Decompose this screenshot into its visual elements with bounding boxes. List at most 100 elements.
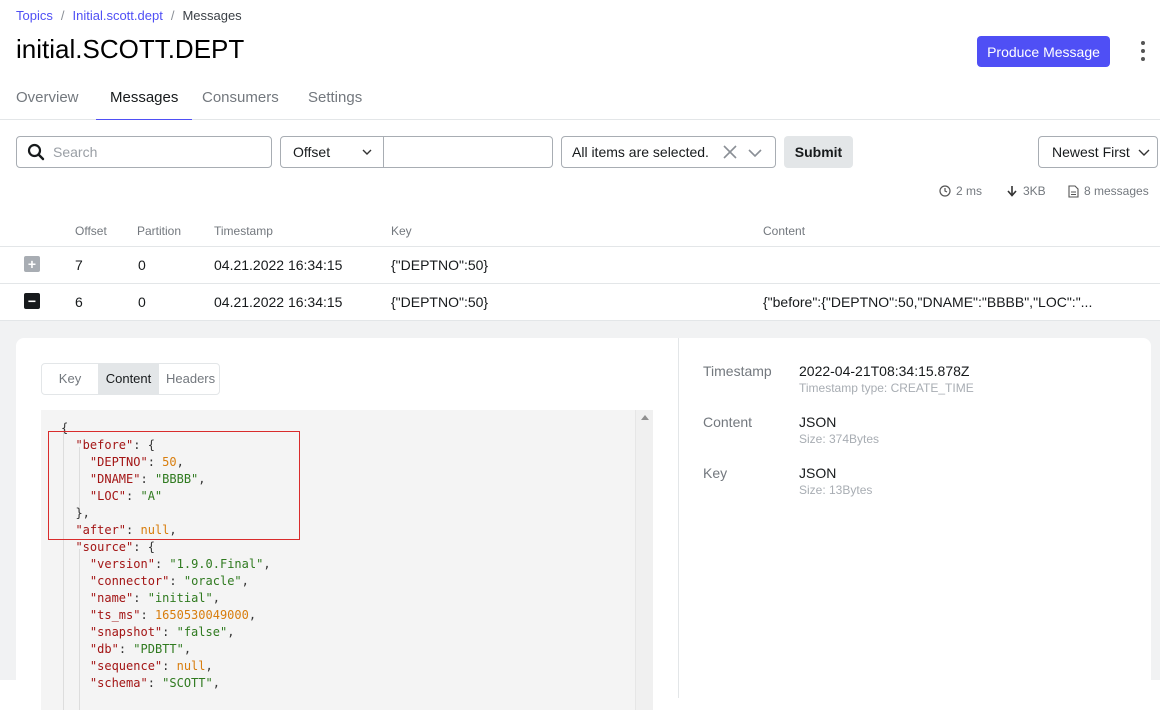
meta-key-value: JSON [799, 465, 837, 481]
column-header-timestamp: Timestamp [214, 224, 273, 238]
tab-consumers[interactable]: Consumers [188, 80, 293, 120]
json-token: "connector" [89, 574, 170, 588]
json-token: "sequence" [89, 659, 163, 673]
row-key: {"DEPTNO":50} [391, 257, 489, 273]
breadcrumb: Topics / Initial.scott.dept / Messages [16, 8, 242, 23]
breadcrumb-current: Messages [182, 8, 242, 23]
table-row[interactable]: − 6 0 04.21.2022 16:34:15 {"DEPTNO":50} … [0, 284, 1160, 321]
json-line: "sequence": null, [61, 658, 271, 675]
detail-tab-headers[interactable]: Headers [159, 364, 219, 394]
json-line: "schema": "SCOTT", [61, 675, 271, 692]
message-count-stat: 8 messages [1068, 184, 1149, 198]
tab-messages[interactable]: Messages [96, 80, 193, 120]
produce-message-button[interactable]: Produce Message [977, 36, 1110, 67]
detail-tab-key[interactable]: Key [42, 364, 98, 394]
column-header-key: Key [391, 224, 412, 238]
json-line: "ts_ms": 1650530049000, [61, 607, 271, 624]
seek-value-input[interactable] [384, 136, 553, 168]
json-line: "name": "initial", [61, 590, 271, 607]
breadcrumb-topic-link[interactable]: Initial.scott.dept [72, 8, 162, 23]
json-token: "ts_ms" [89, 608, 141, 622]
seek-type-value: Offset [293, 144, 331, 160]
json-token: , [263, 557, 271, 571]
search-input[interactable]: Search [16, 136, 272, 168]
json-token: , [241, 574, 249, 588]
breadcrumb-separator: / [60, 8, 65, 23]
json-scrollbar[interactable] [635, 410, 653, 710]
meta-content-size: Size: 374Bytes [799, 432, 880, 446]
clock-icon [939, 185, 951, 197]
clear-icon[interactable] [722, 144, 738, 160]
json-token: "SCOTT" [162, 676, 213, 690]
chevron-down-icon [1138, 149, 1150, 156]
json-token: , [227, 625, 235, 639]
row-offset: 7 [75, 257, 83, 273]
bytes-stat: 3KB [1006, 184, 1046, 198]
json-token: , [212, 676, 220, 690]
elapsed-time-value: 2 ms [956, 184, 983, 198]
json-token: , [205, 659, 213, 673]
scroll-up-icon[interactable] [641, 415, 649, 420]
meta-key-size: Size: 13Bytes [799, 483, 873, 497]
json-token: "schema" [89, 676, 148, 690]
table-row[interactable]: + 7 0 04.21.2022 16:34:15 {"DEPTNO":50} [0, 247, 1160, 284]
partition-select-value: All items are selected. [572, 144, 709, 160]
json-token: "db" [89, 642, 119, 656]
column-header-offset: Offset [75, 224, 107, 238]
json-token: "snapshot" [89, 625, 163, 639]
row-timestamp: 04.21.2022 16:34:15 [214, 294, 343, 310]
arrow-down-icon [1007, 186, 1017, 197]
json-token: "false" [176, 625, 228, 639]
json-token: "oracle" [183, 574, 242, 588]
json-token: : [162, 659, 177, 673]
bytes-value: 3KB [1023, 184, 1046, 198]
json-token: : { [133, 540, 155, 554]
row-partition: 0 [138, 294, 146, 310]
json-token: , [248, 608, 257, 622]
filter-bar: Search Offset All items are selected. Su… [0, 136, 1160, 168]
column-header-partition: Partition [137, 224, 182, 238]
collapse-icon[interactable]: − [24, 293, 40, 309]
tab-overview[interactable]: Overview [2, 80, 93, 120]
meta-key-label: Key [703, 465, 728, 481]
detail-divider [678, 338, 679, 698]
expand-icon[interactable]: + [24, 256, 40, 272]
more-vertical-icon[interactable] [1137, 41, 1149, 61]
elapsed-time-stat: 2 ms [939, 184, 982, 198]
json-token: "source" [75, 540, 134, 554]
json-token: null [176, 659, 206, 673]
breadcrumb-topics-link[interactable]: Topics [16, 8, 53, 23]
json-token: , [183, 642, 192, 656]
search-placeholder: Search [53, 144, 98, 160]
tab-settings[interactable]: Settings [294, 80, 376, 120]
partition-select[interactable]: All items are selected. [561, 136, 776, 168]
column-header-content: Content [763, 224, 806, 238]
meta-timestamp-label: Timestamp [703, 363, 772, 379]
json-line: "connector": "oracle", [61, 573, 271, 590]
seek-type-select[interactable]: Offset [280, 136, 384, 168]
json-token: : [169, 574, 184, 588]
sort-select[interactable]: Newest First [1038, 136, 1158, 168]
topic-tabs: Overview Messages Consumers Settings [0, 80, 1160, 120]
detail-tab-content[interactable]: Content [98, 364, 159, 394]
json-line: "snapshot": "false", [61, 624, 271, 641]
json-token: : [133, 591, 148, 605]
json-line: "version": "1.9.0.Final", [61, 556, 271, 573]
json-token: "name" [89, 591, 134, 605]
page-title: initial.SCOTT.DEPT [16, 34, 245, 64]
json-line: "db": "PDBTT", [61, 641, 271, 658]
json-token: "PDBTT" [133, 642, 184, 656]
json-token: "initial" [147, 591, 213, 605]
chevron-down-icon[interactable] [747, 145, 763, 161]
row-content: {"before":{"DEPTNO":50,"DNAME":"BBBB","L… [763, 294, 1093, 310]
submit-button[interactable]: Submit [784, 136, 853, 168]
document-icon [1068, 184, 1079, 198]
json-token: "1.9.0.Final" [169, 557, 264, 571]
fetch-stats: 2 ms 3KB 8 messages [0, 184, 1160, 200]
json-token: 1650530049000 [154, 608, 249, 622]
chevron-down-icon [362, 149, 372, 155]
row-offset: 6 [75, 294, 83, 310]
row-partition: 0 [138, 257, 146, 273]
table-header-row: Offset Partition Timestamp Key Content [0, 220, 1160, 247]
meta-timestamp-value: 2022-04-21T08:34:15.878Z [799, 363, 970, 379]
